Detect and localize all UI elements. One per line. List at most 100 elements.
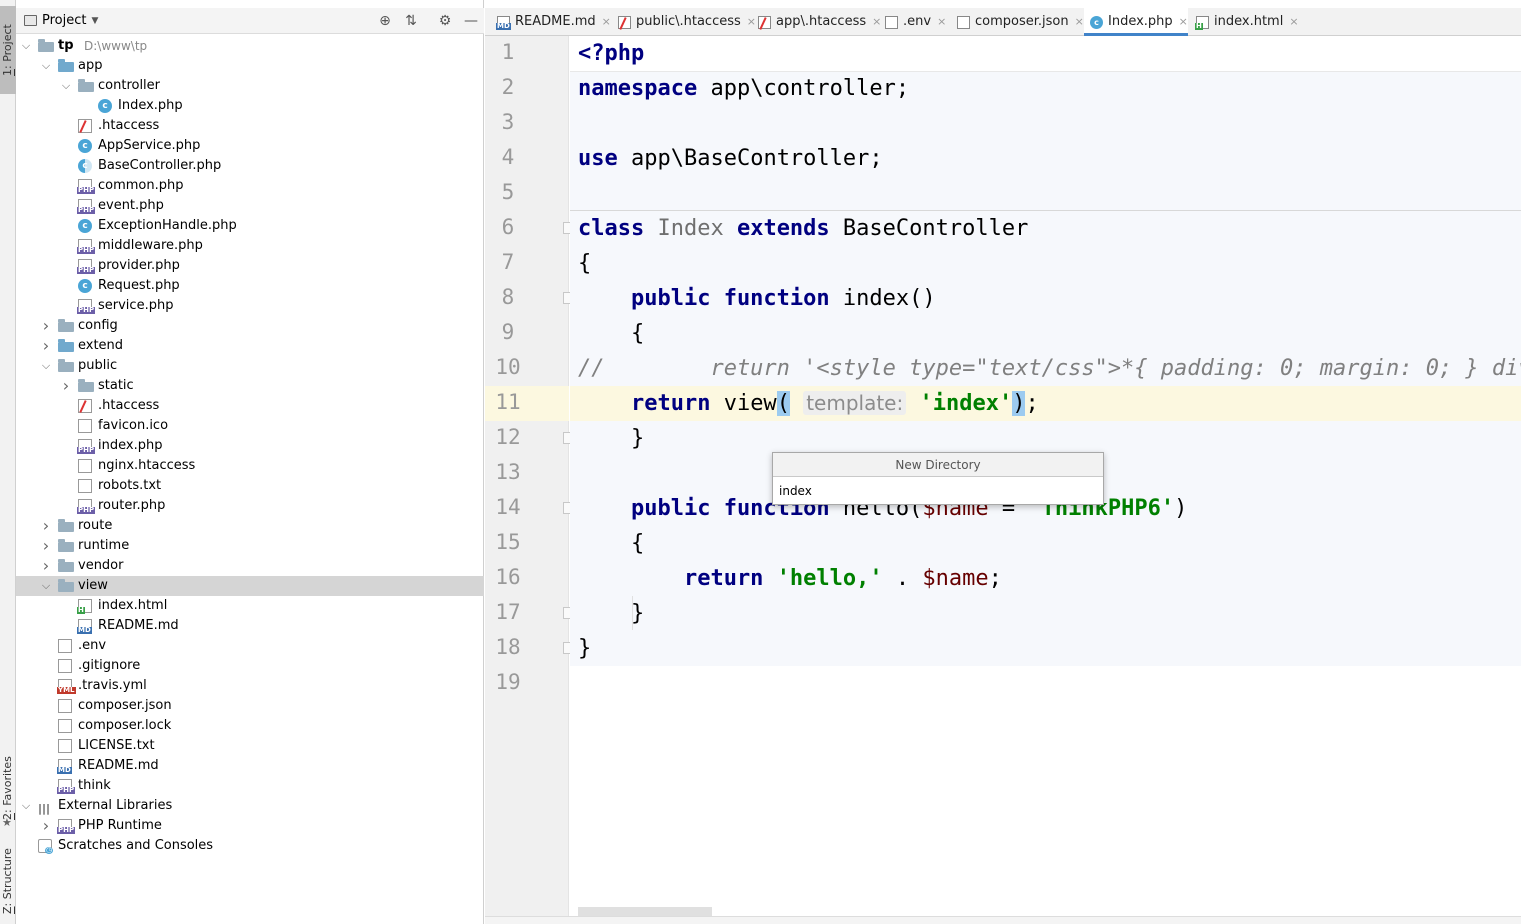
line-number[interactable]: 1 <box>485 40 531 64</box>
chevron-down-icon[interactable]: ⌵ <box>20 36 32 56</box>
locate-icon[interactable]: ⊕ <box>376 12 394 30</box>
chevron-down-icon[interactable]: ⌵ <box>40 56 52 76</box>
line-number[interactable]: 2 <box>485 75 531 99</box>
editor-tab[interactable]: app\.htaccess × <box>752 8 881 36</box>
tree-item[interactable]: › vendor <box>16 556 484 576</box>
directory-name-input[interactable] <box>773 478 1103 504</box>
chevron-down-icon[interactable]: ⌵ <box>60 76 72 96</box>
close-icon[interactable]: × <box>602 15 611 28</box>
tree-item[interactable]: c AppService.php <box>16 136 484 156</box>
line-number[interactable]: 6 <box>485 215 531 239</box>
line-number[interactable]: 19 <box>485 670 531 694</box>
project-tool-tab[interactable]: 1: Project <box>0 6 16 94</box>
tree-item[interactable]: ⌵ controller <box>16 76 484 96</box>
tree-item[interactable]: composer.json <box>16 696 484 716</box>
line-number[interactable]: 7 <box>485 250 531 274</box>
editor-tab[interactable]: public\.htaccess × <box>612 8 756 36</box>
tree-item[interactable]: PHP router.php <box>16 496 484 516</box>
tree-item[interactable]: ⌵ view <box>16 576 484 596</box>
editor-tab[interactable]: composer.json × <box>951 8 1084 36</box>
tree-item[interactable]: PHP provider.php <box>16 256 484 276</box>
line-number[interactable]: 5 <box>485 180 531 204</box>
tree-item[interactable]: PHP think <box>16 776 484 796</box>
tree-item[interactable]: PHP service.php <box>16 296 484 316</box>
line-number[interactable]: 8 <box>485 285 531 309</box>
function-call: view <box>710 391 777 416</box>
editor-tab[interactable]: MD README.md × <box>491 8 611 36</box>
horizontal-scrollbar[interactable] <box>578 907 712 916</box>
tree-item[interactable]: PHP event.php <box>16 196 484 216</box>
tree-item[interactable]: PHP index.php <box>16 436 484 456</box>
line-number[interactable]: 15 <box>485 530 531 554</box>
chevron-down-icon[interactable]: ⌵ <box>20 796 32 816</box>
close-icon[interactable]: × <box>1075 15 1084 28</box>
editor-tab[interactable]: c Index.php × <box>1084 8 1188 36</box>
tree-item[interactable]: Hindex.html <box>16 596 484 616</box>
file-icon <box>58 659 72 673</box>
minimize-icon[interactable]: — <box>462 12 480 30</box>
tree-item[interactable]: YML .travis.yml <box>16 676 484 696</box>
line-number[interactable]: 14 <box>485 495 531 519</box>
gear-icon[interactable]: ⚙ <box>436 12 454 30</box>
editor-tab[interactable]: .env × <box>879 8 946 36</box>
tree-item[interactable]: › PHP PHP Runtime <box>16 816 484 836</box>
tree-item[interactable]: c Request.php <box>16 276 484 296</box>
line-number[interactable]: 13 <box>485 460 531 484</box>
tree-item[interactable]: nginx.htaccess <box>16 456 484 476</box>
chevron-right-icon[interactable]: › <box>40 316 52 336</box>
tree-item[interactable]: PHP common.php <box>16 176 484 196</box>
line-number[interactable]: 18 <box>485 635 531 659</box>
tree-item[interactable]: .htaccess <box>16 116 484 136</box>
chevron-right-icon[interactable]: › <box>40 536 52 556</box>
line-number[interactable]: 16 <box>485 565 531 589</box>
tree-item[interactable]: › extend <box>16 336 484 356</box>
tree-item[interactable]: composer.lock <box>16 716 484 736</box>
tree-item[interactable]: › runtime <box>16 536 484 556</box>
chevron-right-icon[interactable]: › <box>40 336 52 356</box>
tree-item[interactable]: c BaseController.php <box>16 156 484 176</box>
project-panel-header: Project ▼ ⊕ ⇅ ⚙ — <box>16 8 484 34</box>
structure-tool-tab[interactable]: Z: Structure <box>0 843 16 919</box>
tree-item[interactable]: favicon.ico <box>16 416 484 436</box>
line-number[interactable]: 17 <box>485 600 531 624</box>
tree-item[interactable]: › static <box>16 376 484 396</box>
chevron-right-icon[interactable]: › <box>40 816 52 836</box>
line-number[interactable]: 4 <box>485 145 531 169</box>
collapse-all-icon[interactable]: ⇅ <box>402 12 420 30</box>
editor-tab[interactable]: Hindex.html × <box>1190 8 1299 36</box>
php-file-icon: PHP <box>57 779 76 794</box>
tree-item[interactable]: ⌵ public <box>16 356 484 376</box>
file-icon <box>58 739 72 753</box>
tree-item[interactable]: ⌵ app <box>16 56 484 76</box>
tree-item[interactable]: MD README.md <box>16 616 484 636</box>
chevron-right-icon[interactable]: › <box>40 516 52 536</box>
tree-item[interactable]: c Index.php <box>16 96 484 116</box>
tree-item[interactable]: ◷ Scratches and Consoles <box>16 836 484 856</box>
chevron-down-icon[interactable]: ⌵ <box>40 356 52 376</box>
line-number[interactable]: 12 <box>485 425 531 449</box>
tree-item[interactable]: › route <box>16 516 484 536</box>
tree-item[interactable]: LICENSE.txt <box>16 736 484 756</box>
tree-item[interactable]: .gitignore <box>16 656 484 676</box>
tree-item[interactable]: .htaccess <box>16 396 484 416</box>
chevron-down-icon[interactable]: ⌵ <box>40 576 52 596</box>
tree-item[interactable]: MD README.md <box>16 756 484 776</box>
line-number[interactable]: 9 <box>485 320 531 344</box>
line-number[interactable]: 3 <box>485 110 531 134</box>
tree-item[interactable]: ⌵ tp D:\www\tp <box>16 36 484 56</box>
chevron-right-icon[interactable]: › <box>40 556 52 576</box>
tree-item[interactable]: .env <box>16 636 484 656</box>
close-icon[interactable]: × <box>937 15 946 28</box>
project-view-selector[interactable]: Project ▼ <box>24 13 98 28</box>
close-icon[interactable]: × <box>1179 15 1188 28</box>
line-number[interactable]: 11 <box>485 390 531 414</box>
tree-item[interactable]: robots.txt <box>16 476 484 496</box>
close-icon[interactable]: × <box>1289 15 1298 28</box>
line-number[interactable]: 10 <box>485 355 531 379</box>
tree-item[interactable]: PHP middleware.php <box>16 236 484 256</box>
tree-item[interactable]: c ExceptionHandle.php <box>16 216 484 236</box>
tree-item[interactable]: ⌵ ||| External Libraries <box>16 796 484 816</box>
tree-item-label: router.php <box>98 498 166 513</box>
tree-item[interactable]: › config <box>16 316 484 336</box>
chevron-right-icon[interactable]: › <box>60 376 72 396</box>
